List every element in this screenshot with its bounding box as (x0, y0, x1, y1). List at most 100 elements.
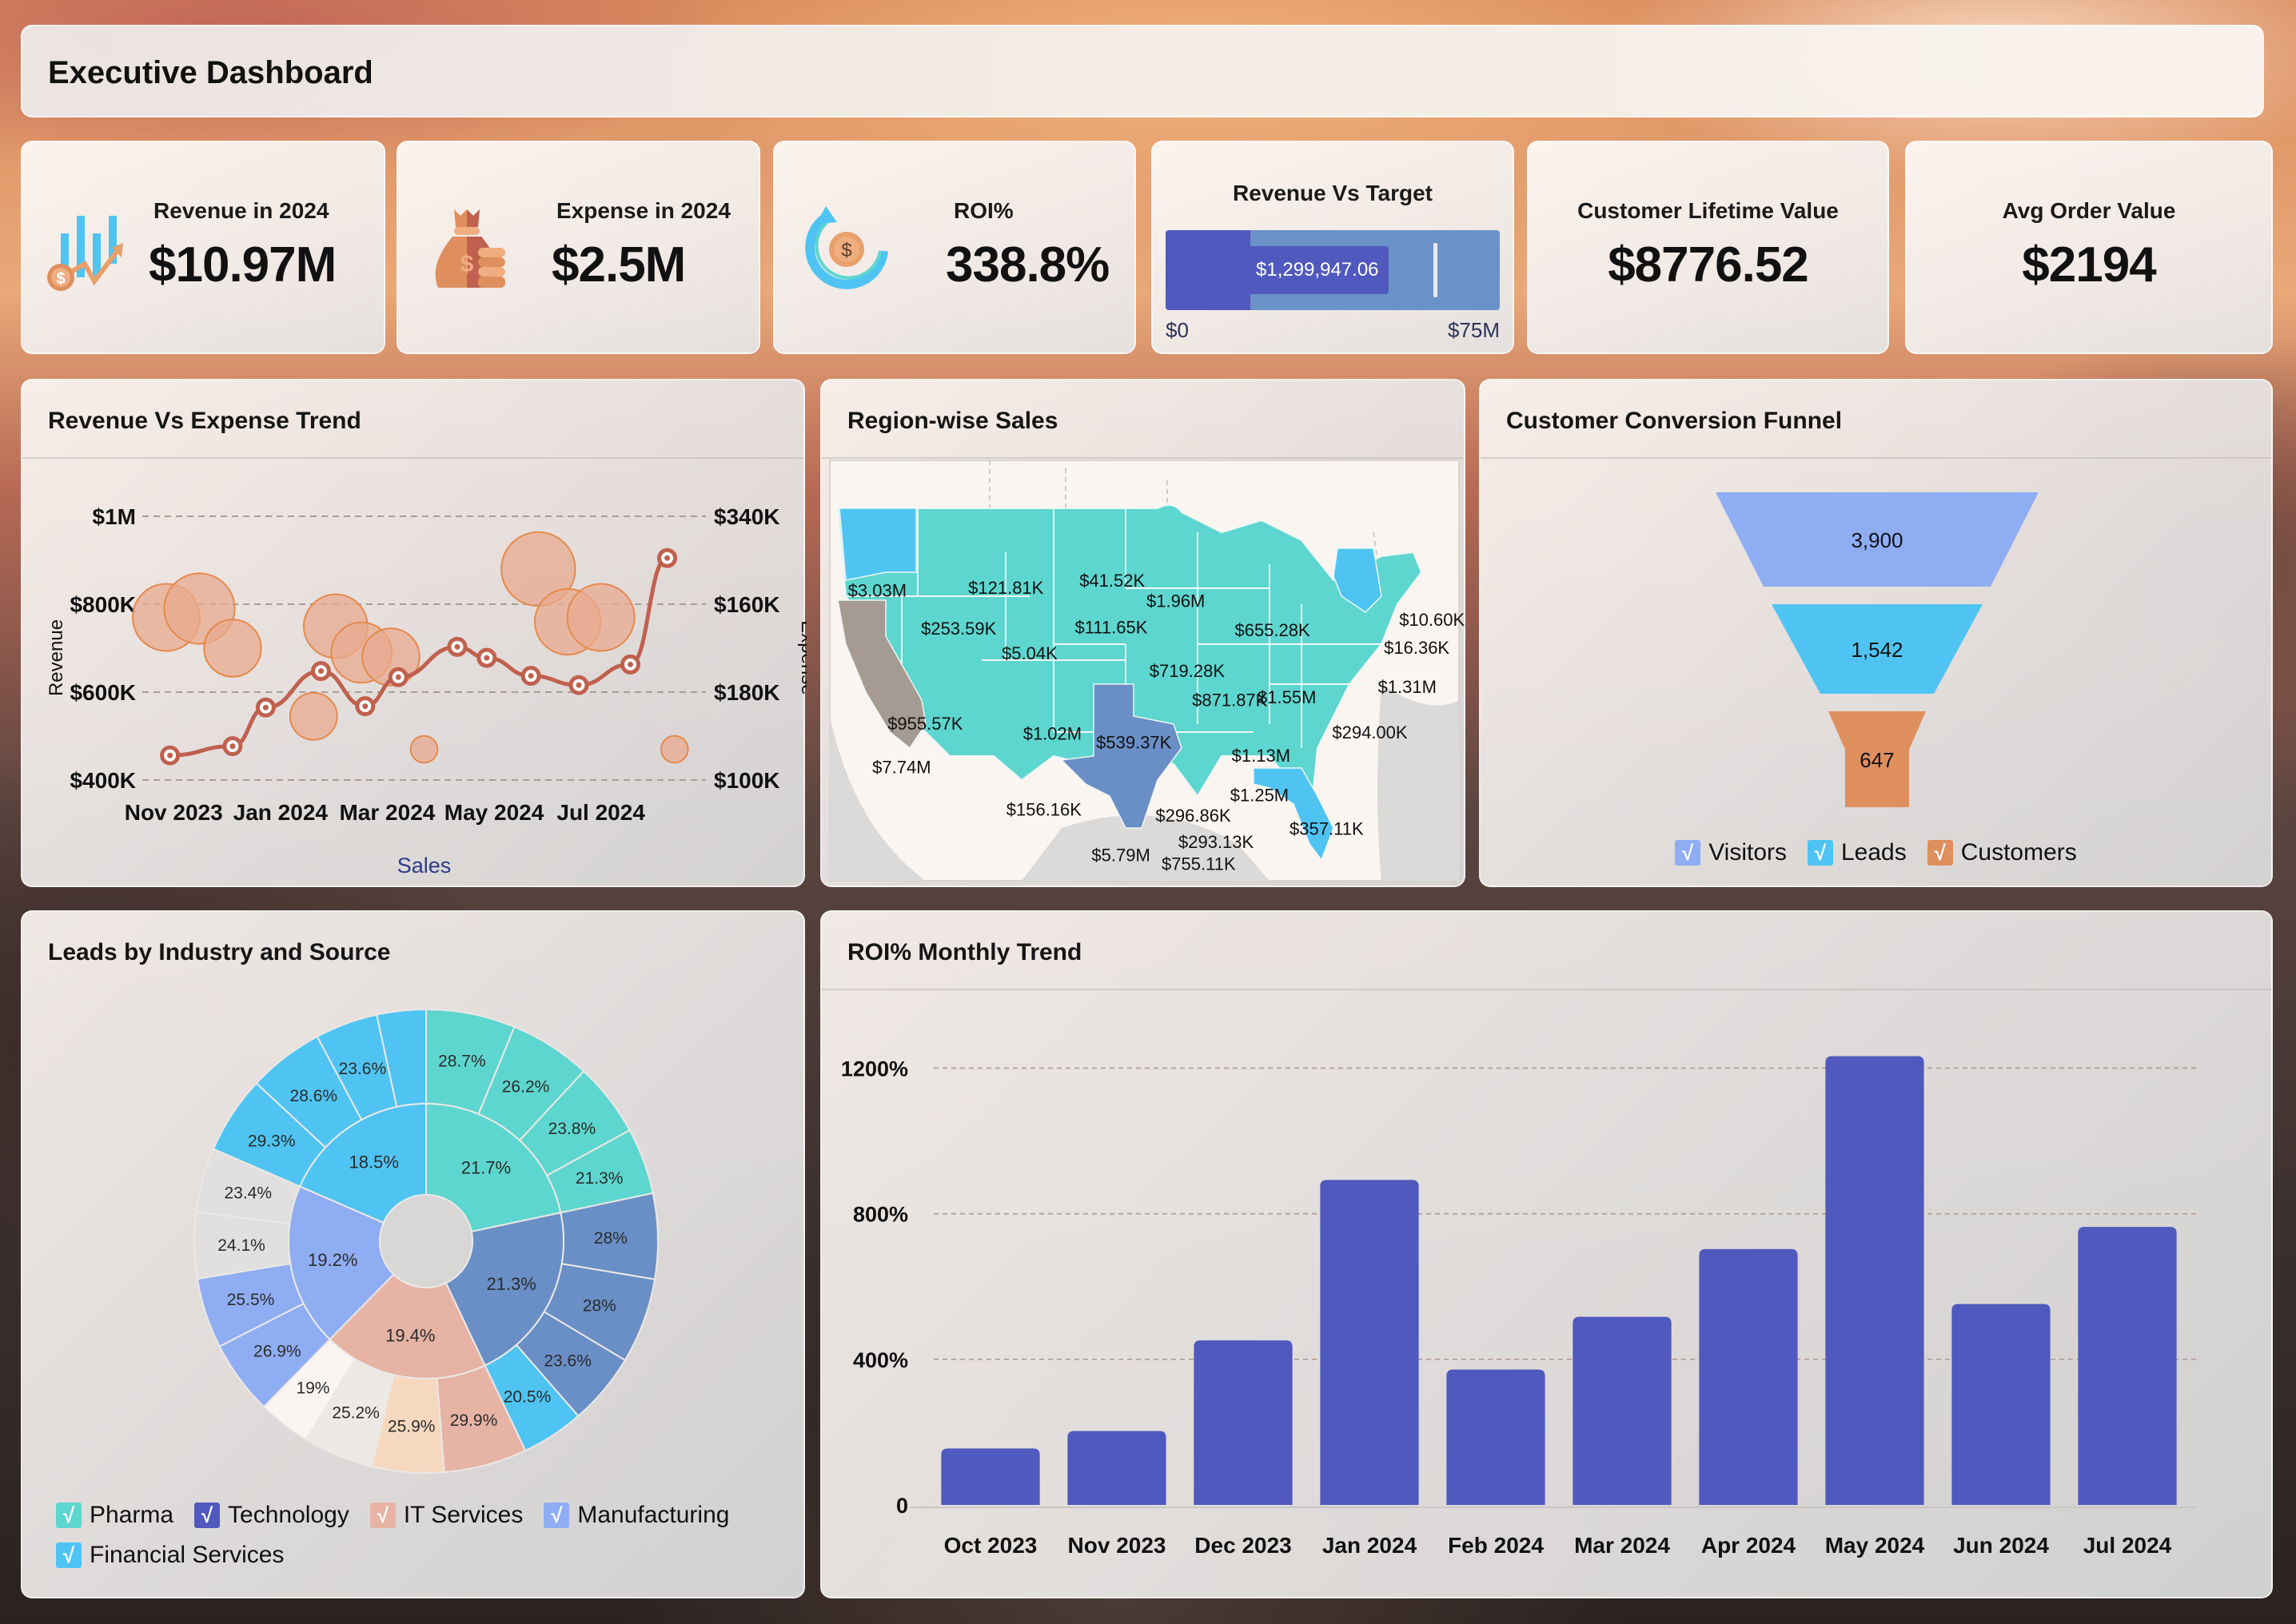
legend-label: Manufacturing (577, 1502, 730, 1528)
y-tick-label: $400K (70, 768, 136, 793)
x-axis-title: Sales (397, 854, 452, 878)
region-value-label: $1.25M (1230, 785, 1289, 805)
kpi-card-aov[interactable]: Avg Order Value $2194 (1905, 141, 2273, 354)
checkbox-icon[interactable]: √ (194, 1503, 221, 1528)
region-value-label: $7.74M (872, 758, 931, 778)
sunburst-outer-label: 25.2% (332, 1404, 380, 1423)
roi-bar[interactable] (1067, 1431, 1166, 1505)
roi-bar[interactable] (1446, 1369, 1545, 1505)
sunburst-outer-label: 23.4% (224, 1184, 272, 1203)
region-value-label: $10.60K (1399, 610, 1465, 630)
sunburst-outer-label: 28.7% (438, 1052, 486, 1070)
region-value-label: $293.13K (1178, 832, 1254, 852)
revenue-point-dot (576, 682, 582, 688)
roi-bar-chart[interactable]: 0 400% 800% 1200% Oct 2023 Nov 2023 Dec 2023 Ja… (822, 912, 2274, 1600)
region-value-label: $1.13M (1232, 746, 1290, 766)
expense-bubble[interactable] (289, 691, 338, 741)
money-bag-icon: $ (435, 209, 505, 288)
y-tick-label: 800% (853, 1203, 908, 1227)
atlantic-ocean (1377, 684, 1459, 881)
checkbox-icon[interactable]: √ (544, 1503, 570, 1528)
kpi-aov-label: Avg Order Value (2002, 198, 2176, 223)
region-value-label: $121.81K (968, 578, 1044, 598)
y-tick-label: 0 (896, 1494, 908, 1518)
kpi-target-label: Revenue Vs Target (1232, 181, 1433, 205)
roi-bar[interactable] (1699, 1248, 1798, 1505)
funnel-value-label: 647 (1860, 748, 1894, 772)
revenue-point-dot (167, 752, 173, 758)
roi-bar[interactable] (1320, 1180, 1419, 1505)
kpi-card-expense[interactable]: $ Expense in 2024 $2.5M (397, 141, 760, 354)
y2-tick-label: $160K (714, 592, 780, 617)
roi-bar[interactable] (941, 1448, 1040, 1505)
bullet-axis-max: $75M (1447, 318, 1500, 342)
funnel-legend: √ Visitors √ Leads √ Customers (1481, 839, 2271, 866)
revenue-point-dot (664, 555, 671, 561)
bullet-actual-bar: $1,299,947.06 (1166, 246, 1389, 294)
region-value-label: $955.57K (887, 714, 963, 734)
region-value-label: $156.16K (1006, 800, 1082, 820)
legend-item-manufacturing[interactable]: √ Manufacturing (544, 1502, 729, 1529)
legend-item-customers[interactable]: √ Customers (1927, 839, 2077, 866)
revenue-point-dot (454, 643, 460, 650)
x-tick-label: Nov 2023 (125, 800, 223, 825)
x-tick-label: Jun 2024 (1953, 1533, 2049, 1558)
svg-text:$: $ (56, 270, 65, 288)
roi-bar[interactable] (1573, 1316, 1672, 1505)
checkbox-icon[interactable]: √ (56, 1542, 82, 1568)
checkbox-icon[interactable]: √ (56, 1503, 82, 1528)
y2-axis-title: Expense (797, 620, 807, 695)
y-tick-label: 1200% (841, 1057, 908, 1081)
expense-bubble[interactable] (409, 734, 439, 764)
state-region[interactable] (839, 508, 917, 581)
legend-item-pharma[interactable]: √ Pharma (56, 1502, 173, 1529)
y-tick-label: $1M (93, 504, 136, 529)
kpi-card-revenue[interactable]: $ Revenue in 2024 $10.97M (21, 141, 385, 354)
panel-roi-monthly-trend: ROI% Monthly Trend 0 400% 800% 1200% Oct 202… (820, 910, 2273, 1598)
revenue-point-dot (362, 703, 369, 710)
revenue-chart-icon: $ (47, 216, 123, 291)
checkbox-icon[interactable]: √ (369, 1503, 396, 1528)
checkbox-icon[interactable]: √ (1675, 840, 1701, 866)
legend-label: Financial Services (90, 1542, 285, 1568)
leads-sunburst-chart[interactable]: 28.7% 26.2% 23.8% 21.3% 21.7% 28% 28% 23.6% 20.5… (22, 912, 807, 1487)
sunburst-outer-label: 25.9% (388, 1417, 436, 1435)
checkbox-icon[interactable]: √ (1927, 840, 1953, 866)
revenue-expense-chart[interactable]: $400K $100K $600K $180K $800K $160K $1M $340K No… (22, 380, 807, 889)
panel-revenue-expense-trend: Revenue Vs Expense Trend $400K $100K $600K… (21, 379, 807, 889)
expense-bubble[interactable] (660, 734, 689, 764)
roi-bar[interactable] (2078, 1227, 2177, 1505)
kpi-revenue-value: $10.97M (149, 237, 337, 293)
bullet-actual-label: $1,299,947.06 (1256, 259, 1379, 281)
y-tick-label: 400% (853, 1348, 908, 1372)
x-tick-label: Apr 2024 (1701, 1533, 1796, 1558)
y2-tick-label: $100K (714, 768, 780, 793)
x-tick-label: Mar 2024 (339, 800, 435, 825)
expense-bubble[interactable] (203, 619, 262, 678)
region-value-label: $1.96M (1146, 591, 1205, 611)
region-sales-map[interactable]: $3.03M $121.81K $41.52K$1.96M $253.59K $111.… (822, 380, 1467, 889)
checkbox-icon[interactable]: √ (1808, 840, 1833, 866)
region-value-label: $253.59K (921, 619, 997, 639)
legend-item-technology[interactable]: √ Technology (194, 1502, 349, 1529)
region-value-label: $539.37K (1096, 733, 1172, 753)
y-tick-label: $800K (70, 592, 136, 617)
roi-bar[interactable] (1825, 1056, 1924, 1505)
kpi-roi-value: 338.8% (946, 237, 1110, 293)
roi-bar[interactable] (1194, 1340, 1293, 1505)
legend-item-visitors[interactable]: √ Visitors (1675, 839, 1787, 866)
region-value-label: $719.28K (1150, 661, 1226, 681)
legend-item-it-services[interactable]: √ IT Services (369, 1502, 523, 1529)
sunburst-outer-label: 28.6% (290, 1087, 338, 1105)
legend-item-financial-services[interactable]: √ Financial Services (56, 1542, 284, 1569)
expense-bubble[interactable] (566, 583, 636, 652)
kpi-card-clv[interactable]: Customer Lifetime Value $8776.52 (1527, 141, 1889, 354)
revenue-point-dot (528, 673, 534, 679)
legend-label: Technology (228, 1502, 349, 1528)
conversion-funnel-chart[interactable]: 3,900 1,542 647 (1481, 380, 2274, 828)
kpi-card-roi[interactable]: $ ROI% 338.8% (773, 141, 1136, 354)
legend-item-leads[interactable]: √ Leads (1808, 839, 1907, 866)
kpi-card-revenue-vs-target[interactable]: Revenue Vs Target $1,299,947.06 $0 $75M (1151, 141, 1514, 354)
roi-bar[interactable] (1951, 1304, 2051, 1505)
revenue-point-dot (262, 704, 269, 710)
